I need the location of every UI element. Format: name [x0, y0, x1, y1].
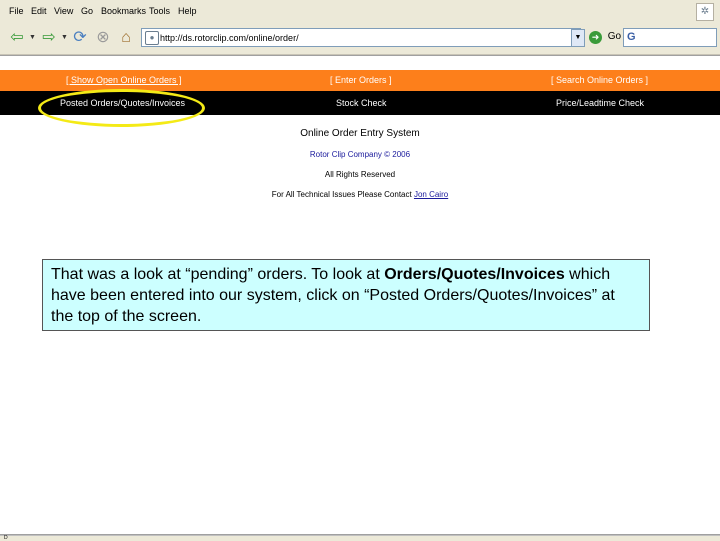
go-icon: ➜ [589, 30, 602, 44]
rights-text: All Rights Reserved [324, 170, 396, 179]
menu-edit[interactable]: Edit [31, 0, 47, 22]
address-bar[interactable]: ● [141, 28, 581, 47]
menu-bar: File Edit View Go Bookmarks Tools Help ✲ [0, 0, 720, 23]
search-box[interactable]: G [623, 28, 717, 47]
address-dropdown-button[interactable]: ▼ [571, 29, 585, 47]
enter-orders-link[interactable]: [ Enter Orders ] [330, 70, 392, 91]
menu-tools[interactable]: Tools [149, 0, 170, 22]
callout-bold-text: Orders/Quotes/Invoices [384, 266, 565, 283]
menu-go[interactable]: Go [81, 0, 93, 22]
back-history-dropdown[interactable]: ▼ [29, 27, 36, 49]
orange-nav-bar: [ Show Open Online Orders ] [ Enter Orde… [0, 70, 720, 91]
site-icon: ● [145, 31, 159, 45]
status-bar: D [0, 535, 720, 541]
address-input[interactable] [160, 30, 570, 45]
show-open-orders-link[interactable]: [ Show Open Online Orders ] [66, 70, 182, 91]
throbber-icon: ✲ [696, 3, 714, 21]
forward-history-dropdown[interactable]: ▼ [61, 27, 68, 49]
stock-check-link[interactable]: Stock Check [336, 91, 387, 115]
company-copyright: Rotor Clip Company © 2006 [309, 150, 411, 159]
status-text: D [4, 535, 8, 541]
reload-icon[interactable]: ⟳ [70, 27, 90, 49]
price-leadtime-check-link[interactable]: Price/Leadtime Check [556, 91, 644, 115]
navigation-toolbar: ⇦ ▼ ⇨ ▼ ⟳ ⊗ ⌂ ● ▼ ➜ Go G [0, 22, 720, 55]
stop-icon[interactable]: ⊗ [93, 27, 113, 49]
black-nav-bar: Posted Orders/Quotes/Invoices Stock Chec… [0, 91, 720, 115]
page-title: Online Order Entry System [300, 128, 420, 139]
go-label: Go [607, 31, 622, 42]
posted-orders-link[interactable]: Posted Orders/Quotes/Invoices [60, 91, 185, 115]
home-icon[interactable]: ⌂ [116, 27, 136, 49]
menu-bookmarks[interactable]: Bookmarks [101, 0, 146, 22]
menu-view[interactable]: View [54, 0, 73, 22]
instruction-callout: That was a look at “pending” orders. To … [42, 259, 650, 331]
support-text: For All Technical Issues Please Contact … [0, 190, 720, 199]
forward-arrow-icon[interactable]: ⇨ [38, 27, 60, 49]
go-button[interactable]: ➜ Go [589, 29, 621, 46]
search-online-orders-link[interactable]: [ Search Online Orders ] [551, 70, 648, 91]
callout-text-part1: That was a look at “pending” orders. To … [51, 266, 385, 283]
support-prefix: For All Technical Issues Please Contact [271, 190, 412, 199]
menu-help[interactable]: Help [178, 0, 197, 22]
menu-file[interactable]: File [9, 0, 24, 22]
support-contact-link[interactable]: Jon Cairo [414, 190, 448, 199]
back-arrow-icon[interactable]: ⇦ [6, 27, 28, 49]
